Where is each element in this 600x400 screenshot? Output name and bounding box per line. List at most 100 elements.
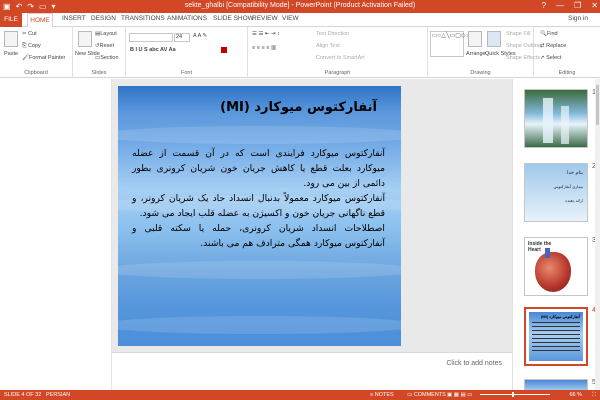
- font-size-box[interactable]: 24: [174, 33, 190, 42]
- left-pane: [0, 79, 112, 390]
- wave-decoration: [118, 261, 401, 279]
- arrange-icon[interactable]: [468, 31, 482, 47]
- section-button[interactable]: ▭Section: [95, 55, 119, 61]
- window-controls: ? — ❐ ✕: [542, 1, 598, 10]
- search-icon: 🔍: [540, 31, 547, 37]
- thumbnail-text-lines: [532, 322, 580, 323]
- scrollbar-thumb[interactable]: [596, 85, 599, 125]
- zoom-slider[interactable]: [480, 394, 550, 395]
- slide-body[interactable]: آنفارکتوس میوکارد فرایندی است که در آن ق…: [132, 146, 385, 251]
- bullets-icon[interactable]: ☰ ☰ ⇤ ⇥ ↕: [252, 31, 280, 37]
- slide-paragraph: آنفارکتوس میوکارد فرایندی است که در آن ق…: [132, 148, 385, 189]
- zoom-slider-knob[interactable]: [512, 392, 514, 397]
- tab-design[interactable]: DESIGN: [91, 15, 116, 22]
- zoom-level[interactable]: 66 %: [569, 390, 582, 400]
- replace-button[interactable]: ⇄ Replace: [540, 43, 566, 49]
- notes-toggle[interactable]: ≡ NOTES: [370, 390, 394, 400]
- ribbon: Paste ✂ Cut ⎘ Copy 🖌Format Painter Clipb…: [0, 27, 600, 78]
- wave-decoration: [118, 316, 401, 334]
- close-icon[interactable]: ✕: [591, 1, 598, 10]
- tab-slide-show[interactable]: SLIDE SHOW: [213, 15, 254, 22]
- thumbnail-line: ارائه دهنده: [565, 198, 583, 203]
- quick-styles-icon[interactable]: [487, 31, 501, 47]
- waterfall-image: [543, 98, 553, 143]
- font-name-box[interactable]: [129, 33, 173, 42]
- paste-icon[interactable]: [4, 31, 18, 47]
- status-bar: SLIDE 4 OF 32 PERSIAN ≡ NOTES ▭ COMMENTS…: [0, 390, 600, 400]
- font-label: Font: [180, 70, 192, 76]
- clipboard-group: Paste ✂ Cut ⎘ Copy 🖌Format Painter Clipb…: [0, 27, 73, 78]
- new-slide-icon[interactable]: [78, 31, 92, 47]
- copy-button[interactable]: ⎘ Copy: [22, 43, 41, 50]
- ribbon-tabs: FILE HOME INSERT DESIGN TRANSITIONS ANIM…: [0, 13, 600, 27]
- font-group: 24 A A ✎ B I U S abc AV Aa Font: [126, 27, 248, 78]
- window-title: sekte_ghalbi [Compatibility Mode] - Powe…: [184, 2, 416, 9]
- paste-button[interactable]: Paste: [4, 51, 18, 57]
- drawing-group: ▭○△╲▭▢◇☆⇨ Arrange Quick Styles Shape Fil…: [428, 27, 541, 78]
- convert-smartart-button[interactable]: Convert to SmartArt: [316, 55, 365, 61]
- slide-counter: SLIDE 4 OF 32: [4, 392, 42, 398]
- slide-paragraph: اصطلاحات انسداد شریان کرونری، حمله یا سک…: [132, 223, 385, 249]
- slide-thumbnails-pane: 1 بنام خدا بیماری آنفارکتوس ارائه دهنده …: [512, 79, 600, 390]
- title-bar: ▣ ↶ ↷ ▭ ▾ sekte_ghalbi [Compatibility Mo…: [0, 0, 600, 13]
- format-painter-button[interactable]: 🖌Format Painter: [22, 55, 65, 61]
- editing-group: 🔍Find ⇄ Replace ➚ Select Editing: [534, 27, 600, 78]
- fit-slide-icon[interactable]: ⛶: [592, 390, 596, 400]
- drawing-label: Drawing: [470, 70, 491, 76]
- brush-icon: 🖌: [22, 55, 29, 61]
- text-direction-button[interactable]: Text Direction: [316, 31, 349, 37]
- tab-review[interactable]: REVIEW: [252, 15, 278, 22]
- slides-label: Slides: [91, 70, 107, 76]
- cut-button[interactable]: ✂ Cut: [22, 31, 37, 37]
- view-buttons[interactable]: ▣ ▦ ▤ ▭: [447, 390, 472, 400]
- slide-thumbnail-4-selected[interactable]: آنفارکتوس میوکارد (MI): [524, 307, 588, 366]
- artery-image: [545, 248, 550, 258]
- slide-title[interactable]: آنفارکتوس میوکارد (MI): [220, 100, 377, 115]
- alignment-icon[interactable]: ≡ ≡ ≡ ≡ ▥: [252, 45, 276, 51]
- slide-thumbnail-2[interactable]: بنام خدا بیماری آنفارکتوس ارائه دهنده: [524, 163, 588, 222]
- slide-canvas[interactable]: آنفارکتوس میوکارد (MI) آنفارکتوس میوکارد…: [118, 86, 401, 346]
- slide-thumbnail-3[interactable]: Inside the Heart: [524, 237, 588, 296]
- shape-fill-button[interactable]: Shape Fill: [506, 31, 530, 37]
- tab-transitions[interactable]: TRANSITIONS: [121, 15, 165, 22]
- tab-animations[interactable]: ANIMATIONS: [167, 15, 207, 22]
- tab-insert[interactable]: INSERT: [62, 15, 86, 22]
- font-size-controls: A A ✎: [193, 33, 208, 39]
- thumbnails-scrollbar[interactable]: [595, 79, 600, 390]
- wave-decoration: [118, 126, 401, 144]
- minimize-icon[interactable]: —: [556, 1, 564, 10]
- thumbnail-title: بنام خدا: [566, 170, 583, 176]
- slides-group: New Slide ▤Layout ↺Reset ▭Section Slides: [73, 27, 126, 78]
- paragraph-group: ☰ ☰ ⇤ ⇥ ↕ ≡ ≡ ≡ ≡ ▥ Text Direction Align…: [248, 27, 428, 78]
- sign-in-link[interactable]: Sign in: [568, 15, 588, 22]
- slide-paragraph: آنفارکتوس میوکارد معمولاً بدنبال انسداد …: [132, 193, 385, 219]
- tab-view[interactable]: VIEW: [282, 15, 299, 22]
- notes-pane[interactable]: Click to add notes: [112, 352, 512, 390]
- comment-icon: ▭: [407, 392, 414, 398]
- language-indicator[interactable]: PERSIAN: [46, 390, 70, 400]
- align-text-button[interactable]: Align Text: [316, 43, 340, 49]
- slide-thumbnail-1[interactable]: [524, 89, 588, 148]
- arrange-button[interactable]: Arrange: [466, 51, 486, 57]
- reset-button[interactable]: ↺Reset: [95, 43, 114, 49]
- comments-toggle[interactable]: ▭ COMMENTS: [407, 390, 446, 400]
- tab-home[interactable]: HOME: [27, 13, 53, 27]
- notes-placeholder: Click to add notes: [446, 360, 502, 367]
- clipboard-label: Clipboard: [24, 70, 48, 76]
- help-icon[interactable]: ?: [542, 1, 546, 10]
- tab-file[interactable]: FILE: [0, 13, 22, 27]
- select-button[interactable]: ➚ Select: [540, 55, 561, 61]
- font-color-icon[interactable]: [221, 47, 229, 53]
- paragraph-label: Paragraph: [324, 70, 351, 76]
- slide-thumbnail-5[interactable]: [524, 379, 588, 390]
- shapes-gallery[interactable]: ▭○△╲▭▢◇☆⇨: [430, 31, 476, 57]
- restore-icon[interactable]: ❐: [574, 1, 581, 10]
- thumbnail-title: آنفارکتوس میوکارد (MI): [540, 314, 580, 319]
- find-button[interactable]: 🔍Find: [540, 31, 558, 37]
- editing-label: Editing: [558, 70, 576, 76]
- waterfall-image: [561, 106, 569, 144]
- layout-button[interactable]: ▤Layout: [95, 31, 117, 37]
- thumbnail-line: بیماری آنفارکتوس: [553, 184, 583, 189]
- heart-image: [535, 252, 571, 292]
- font-format-buttons[interactable]: B I U S abc AV Aa: [130, 47, 176, 53]
